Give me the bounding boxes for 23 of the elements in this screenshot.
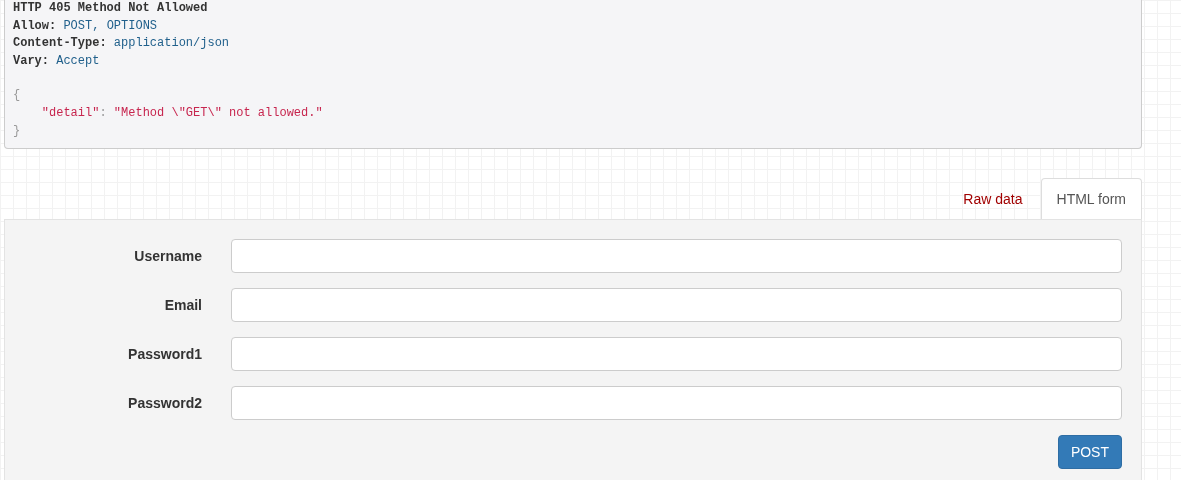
field-label: Password2 — [127, 395, 203, 412]
post-button[interactable]: POST — [1057, 435, 1122, 470]
tab[interactable]: Raw data — [947, 178, 1039, 220]
header-name: Allow: — [13, 18, 57, 33]
field-label: Email — [163, 297, 203, 314]
field-label: Password1 — [127, 346, 203, 363]
input-field[interactable] — [231, 239, 1122, 274]
json-brace: } — [13, 123, 21, 138]
json-brace: { — [13, 88, 21, 103]
input-field[interactable] — [231, 337, 1122, 372]
json-value: "Method \"GET\" not allowed." — [113, 105, 323, 120]
tab[interactable]: HTML form — [1040, 178, 1142, 220]
header-name: Content-Type: — [13, 36, 107, 51]
input-field[interactable] — [231, 386, 1122, 421]
field-label: Username — [133, 248, 203, 265]
status-line: HTTP 405 Method Not Allowed — [13, 1, 208, 15]
json-key: "detail" — [41, 105, 100, 120]
header-value: Accept — [56, 53, 100, 68]
input-field[interactable] — [231, 288, 1122, 323]
header-value: application/json — [113, 36, 230, 51]
header-value: POST, OPTIONS — [63, 18, 158, 33]
header-name: Vary: — [13, 53, 49, 68]
json-colon: : — [99, 105, 107, 120]
